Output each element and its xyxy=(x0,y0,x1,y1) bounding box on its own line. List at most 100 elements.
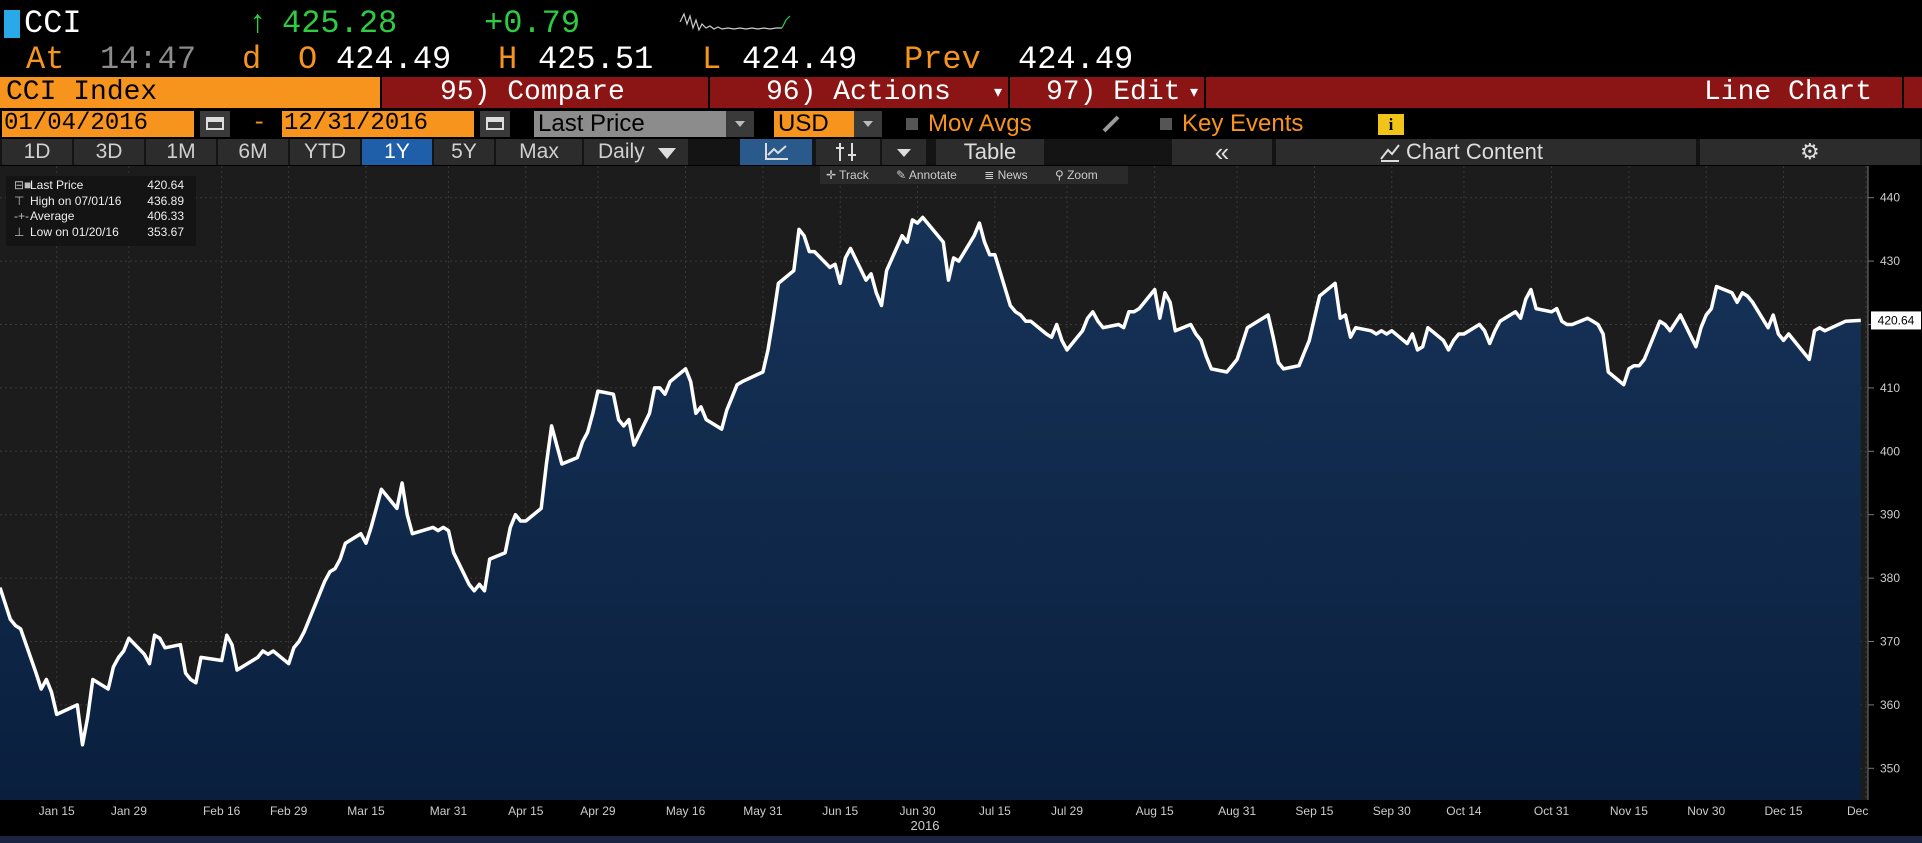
bottom-scroll-bar[interactable] xyxy=(0,836,1922,843)
x-axis-year-label: 2016 xyxy=(911,818,940,833)
chart-toolstrip: ✛ Track ✎ Annotate ≣ News ⚲ Zoom xyxy=(820,166,1128,184)
command-bar: CCI Index 95) Compare 96) Actions ▾ 97) … xyxy=(0,77,1922,108)
low-marker-icon: ⊥ xyxy=(14,224,25,239)
mov-avgs-checkbox[interactable] xyxy=(906,118,918,130)
edit-button[interactable]: 97) Edit xyxy=(1046,77,1180,108)
x-tick-label: Aug 15 xyxy=(1136,804,1174,818)
chevron-down-icon[interactable] xyxy=(882,139,926,165)
x-tick-label: Feb 16 xyxy=(203,804,241,818)
y-tick-label: 360 xyxy=(1880,698,1900,712)
y-tick-label: 400 xyxy=(1880,444,1900,458)
settings-button[interactable]: ⚙ xyxy=(1700,139,1920,165)
period-bar: 1D 3D 1M 6M YTD 1Y 5Y Max Daily Table « … xyxy=(0,139,1922,165)
period-max[interactable]: Max xyxy=(496,139,582,165)
low-label: L xyxy=(702,41,722,78)
actions-dropdown-icon[interactable]: ▾ xyxy=(994,77,1002,108)
bar-settings-icon[interactable] xyxy=(816,139,880,165)
period-ytd[interactable]: YTD xyxy=(290,139,360,165)
y-tick-label: 440 xyxy=(1880,191,1900,205)
x-tick-label: Jul 29 xyxy=(1051,804,1083,818)
x-tick-label: Sep 30 xyxy=(1373,804,1411,818)
up-arrow-icon: ↑ xyxy=(248,5,268,42)
x-tick-label: Jan 15 xyxy=(39,804,75,818)
info-icon[interactable]: i xyxy=(1378,114,1404,135)
chart-content-label: Chart Content xyxy=(1406,139,1543,164)
price-field-select[interactable]: Last Price xyxy=(534,111,726,137)
news-tool[interactable]: ≣ News xyxy=(984,168,1039,182)
open-label: O xyxy=(298,41,318,78)
y-tick-label: 350 xyxy=(1880,761,1900,775)
sliders-icon xyxy=(836,143,856,161)
x-tick-label: Jun 30 xyxy=(900,804,936,818)
mov-avgs-label[interactable]: Mov Avgs xyxy=(928,110,1032,138)
d-label: d xyxy=(242,41,262,78)
currency-select[interactable]: USD xyxy=(774,111,854,137)
frequency-select[interactable]: Daily xyxy=(584,139,688,165)
sparkline-icon xyxy=(679,12,791,32)
table-button[interactable]: Table xyxy=(936,139,1044,165)
period-5y[interactable]: 5Y xyxy=(434,139,494,165)
calendar-icon[interactable] xyxy=(200,111,230,137)
ticker-symbol: CCI xyxy=(24,5,82,42)
quote-header: CCI ↑ 425.28 +0.79 At 14:47 d O 424.49 H… xyxy=(0,0,1922,78)
x-tick-label: Nov 30 xyxy=(1687,804,1725,818)
legend-average: -+- Average 406.33 xyxy=(14,209,184,223)
low-value: 424.49 xyxy=(742,41,858,78)
period-3d[interactable]: 3D xyxy=(74,139,144,165)
chevron-down-icon[interactable] xyxy=(854,111,882,137)
ticker-color-marker xyxy=(4,10,20,38)
price-chart[interactable]: Jan 15 Jan 29 Feb 16 Feb 29 Mar 15 Mar 31 Apr … xyxy=(0,166,1922,843)
x-tick-label: Aug 31 xyxy=(1218,804,1256,818)
x-tick-label: Oct 14 xyxy=(1446,804,1482,818)
calendar-icon[interactable] xyxy=(480,111,510,137)
period-1d[interactable]: 1D xyxy=(2,139,72,165)
zoom-tool[interactable]: ⚲ Zoom xyxy=(1055,168,1110,182)
divider xyxy=(1204,77,1206,108)
x-tick-label: Dec 15 xyxy=(1765,804,1803,818)
x-tick-label: Nov 15 xyxy=(1610,804,1648,818)
line-chart-type-icon[interactable] xyxy=(740,139,812,165)
period-6m[interactable]: 6M xyxy=(218,139,288,165)
y-tick-label: 370 xyxy=(1880,635,1900,649)
chart-type-label: Line Chart xyxy=(1704,77,1873,108)
y-tick-label: 380 xyxy=(1880,571,1900,585)
x-tick-label: Apr 15 xyxy=(508,804,544,818)
period-1m[interactable]: 1M xyxy=(146,139,216,165)
compare-button[interactable]: 95) Compare xyxy=(440,77,625,108)
start-date-field[interactable]: 01/04/2016 xyxy=(2,111,194,137)
y-tick-label: 430 xyxy=(1880,254,1900,268)
average-marker-icon: -+- xyxy=(14,209,29,223)
divider xyxy=(1902,77,1904,108)
gear-icon: ⚙ xyxy=(1800,139,1820,164)
pencil-icon[interactable] xyxy=(1100,114,1122,134)
key-events-checkbox[interactable] xyxy=(1160,118,1172,130)
track-tool[interactable]: ✛ Track xyxy=(826,168,881,182)
y-tick-label: 390 xyxy=(1880,508,1900,522)
x-tick-label: May 31 xyxy=(743,804,783,818)
divider xyxy=(1008,77,1010,108)
x-tick-label: Oct 31 xyxy=(1534,804,1570,818)
last-value-tag-text: 420.64 xyxy=(1878,313,1915,327)
edit-dropdown-icon[interactable]: ▾ xyxy=(1190,77,1198,108)
actions-button[interactable]: 96) Actions xyxy=(766,77,951,108)
annotate-tool[interactable]: ✎ Annotate xyxy=(896,168,969,182)
security-field[interactable]: CCI Index xyxy=(0,77,380,108)
date-range-dash: - xyxy=(252,110,267,137)
end-date-field[interactable]: 12/31/2016 xyxy=(282,111,474,137)
x-tick-label: Jun 15 xyxy=(822,804,858,818)
x-tick-label: Apr 29 xyxy=(580,804,616,818)
x-tick-label: Mar 31 xyxy=(430,804,468,818)
high-value: 425.51 xyxy=(538,41,654,78)
chevron-down-icon xyxy=(658,148,676,159)
high-label: H xyxy=(498,41,518,78)
period-1y[interactable]: 1Y xyxy=(362,139,432,165)
chevron-down-icon[interactable] xyxy=(726,111,754,137)
prev-value: 424.49 xyxy=(1018,41,1134,78)
divider xyxy=(708,77,710,108)
collapse-icon[interactable]: « xyxy=(1172,139,1272,165)
chart-content-button[interactable]: Chart Content xyxy=(1276,139,1696,165)
prev-label: Prev xyxy=(904,41,981,78)
x-tick-label: Sep 15 xyxy=(1295,804,1333,818)
last-value-tag: 420.64 xyxy=(1871,311,1921,330)
key-events-label[interactable]: Key Events xyxy=(1182,110,1303,138)
